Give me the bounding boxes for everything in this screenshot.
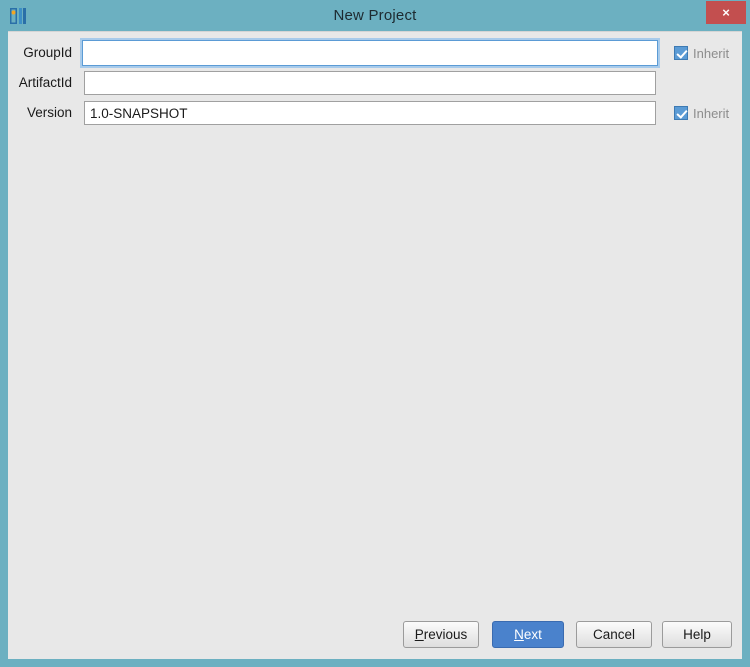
- next-button-mnemonic: N: [514, 627, 524, 642]
- groupid-inherit-label: Inherit: [693, 45, 730, 61]
- title-bar[interactable]: New Project ×: [0, 0, 750, 31]
- groupid-inherit-group[interactable]: Inherit: [674, 43, 729, 63]
- next-button[interactable]: Next: [492, 621, 564, 648]
- artifactid-label: ArtifactId: [18, 75, 72, 90]
- version-input[interactable]: [84, 101, 656, 125]
- window-title: New Project: [333, 7, 417, 24]
- form-row-artifactid: ArtifactId: [8, 71, 742, 95]
- previous-button-mnemonic: P: [414, 627, 424, 642]
- artifactid-input[interactable]: [84, 71, 656, 95]
- cancel-button[interactable]: Cancel: [576, 621, 652, 648]
- version-inherit-checkbox[interactable]: [674, 106, 688, 120]
- intellij-idea-logo-icon: [8, 6, 28, 26]
- new-project-dialog: New Project × GroupId Inherit ArtifactId…: [0, 0, 750, 667]
- groupid-input[interactable]: [82, 40, 658, 66]
- version-label: Version: [26, 105, 72, 120]
- form-row-version: Version Inherit: [8, 101, 742, 125]
- form-row-groupid: GroupId Inherit: [8, 40, 742, 66]
- version-inherit-group[interactable]: Inherit: [674, 103, 729, 123]
- dialog-content: GroupId Inherit ArtifactId Version Inher…: [8, 31, 742, 659]
- help-button[interactable]: Help: [662, 621, 732, 648]
- groupid-label: GroupId: [23, 45, 72, 60]
- groupid-inherit-checkbox[interactable]: [674, 46, 688, 60]
- next-button-label: ext: [523, 627, 542, 642]
- previous-button[interactable]: Previous: [403, 621, 479, 648]
- version-inherit-label: Inherit: [693, 105, 730, 121]
- previous-button-label: revious: [423, 627, 468, 642]
- close-icon[interactable]: ×: [706, 1, 746, 24]
- dialog-button-bar: Previous Next Cancel Help: [8, 621, 742, 660]
